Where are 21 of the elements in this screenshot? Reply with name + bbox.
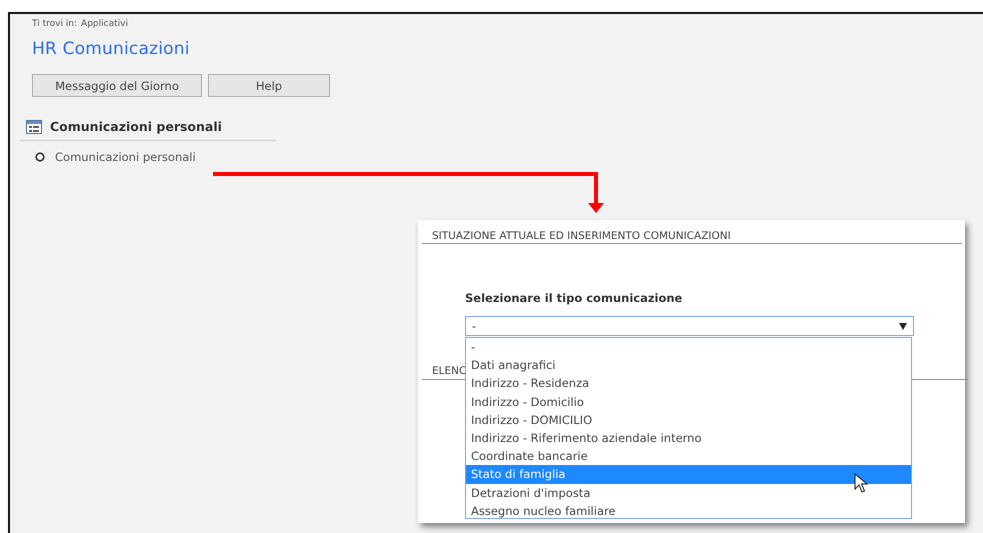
dropdown-option[interactable]: - xyxy=(466,338,911,356)
breadcrumb-label: Ti trovi in: xyxy=(32,19,78,29)
page-title: HR Comunicazioni xyxy=(32,39,191,59)
toolbar-button[interactable]: Help xyxy=(208,74,330,97)
dropdown-option[interactable]: Coordinate bancarie xyxy=(466,447,911,466)
dropdown-option[interactable]: Assegno nucleo familiare xyxy=(466,502,911,520)
mouse-cursor-icon xyxy=(854,473,868,493)
caret-icon xyxy=(899,322,907,330)
bullet-icon xyxy=(35,152,45,162)
menu-link[interactable]: Comunicazioni personali xyxy=(55,150,196,164)
type-dropdown[interactable]: - xyxy=(465,316,914,336)
dropdown-option[interactable]: Indirizzo - DOMICILIO xyxy=(466,410,911,429)
dropdown-option[interactable]: Indirizzo - Domicilio xyxy=(466,392,911,411)
breadcrumb-link[interactable]: Applicativi xyxy=(81,19,128,29)
dropdown-option[interactable]: Indirizzo - Riferimento aziendale interno xyxy=(466,428,911,448)
toolbar-button[interactable]: Messaggio del Giorno xyxy=(32,74,202,97)
dropdown-option[interactable]: Detrazioni d'imposta xyxy=(466,484,911,502)
form-icon xyxy=(26,120,42,134)
panel-title: SITUAZIONE ATTUALE ED INSERIMENTO COMUNICAZIONI xyxy=(422,230,962,244)
section-title: Comunicazioni personali xyxy=(50,119,222,134)
field-label: Selezionare il tipo comunicazione xyxy=(465,291,684,305)
